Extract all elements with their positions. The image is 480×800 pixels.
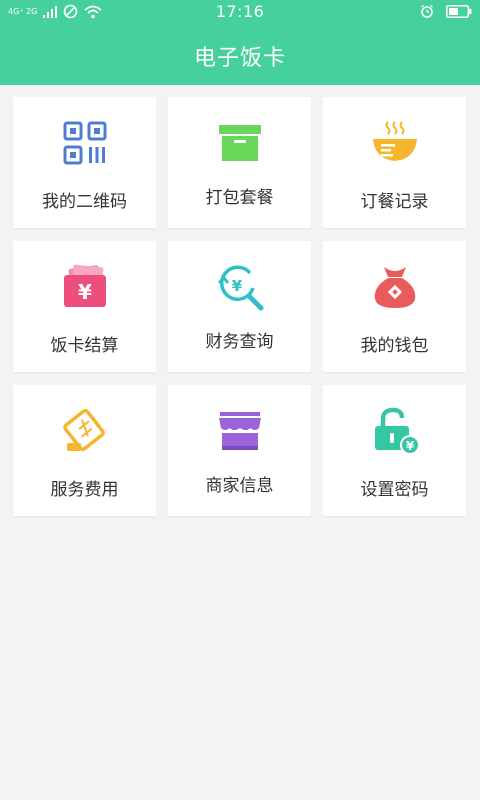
menu-item-label: 我的二维码	[42, 192, 127, 212]
menu-item-label: 服务费用	[50, 480, 119, 500]
status-right	[420, 4, 472, 18]
menu-item-set-password[interactable]: ¥ 设置密码	[323, 385, 466, 516]
storefront-icon	[218, 412, 261, 450]
menu-item-label: 打包套餐	[205, 188, 274, 208]
menu-item-label: 商家信息	[205, 476, 274, 496]
svg-text:¥: ¥	[231, 277, 242, 295]
menu-item-service-fees[interactable]: 服务费用	[13, 385, 156, 516]
svg-text:¥: ¥	[78, 280, 92, 304]
money-bag-icon	[374, 267, 415, 308]
battery-icon	[446, 4, 472, 18]
unlock-icon: ¥	[374, 407, 419, 455]
menu-grid: 我的二维码 打包套餐 订餐记录 ¥ 饭卡结算 ¥ 财务查询 我的钱包 服务费用 …	[13, 97, 467, 516]
menu-item-finance-query[interactable]: ¥ 财务查询	[168, 241, 311, 372]
qr-code-icon	[63, 121, 106, 165]
yuan-search-icon: ¥	[217, 265, 263, 311]
menu-item-merchant-info[interactable]: 商家信息	[168, 385, 311, 516]
status-time: 17:16	[215, 2, 265, 21]
bowl-icon	[372, 121, 417, 161]
menu-item-label: 订餐记录	[360, 192, 429, 212]
menu-item-package-meal[interactable]: 打包套餐	[168, 97, 311, 228]
menu-item-label: 我的钱包	[360, 336, 429, 356]
menu-item-order-records[interactable]: 订餐记录	[323, 97, 466, 228]
ticket-icon	[62, 409, 105, 451]
menu-item-label: 设置密码	[360, 480, 429, 500]
status-bar: 4G⁺ 2G 17:16	[0, 0, 480, 24]
svg-text:¥: ¥	[405, 439, 414, 453]
menu-item-label: 饭卡结算	[50, 336, 119, 356]
menu-item-my-wallet[interactable]: 我的钱包	[323, 241, 466, 372]
page-title: 电子饭卡	[193, 46, 286, 71]
package-box-icon	[218, 125, 261, 161]
menu-item-card-settlement[interactable]: ¥ 饭卡结算	[13, 241, 156, 372]
yuan-wallet-icon: ¥	[63, 264, 106, 307]
top-bar: 4G⁺ 2G 17:16 电子饭卡	[0, 0, 480, 85]
menu-item-label: 财务查询	[205, 332, 274, 352]
menu-item-my-qr-code[interactable]: 我的二维码	[13, 97, 156, 228]
alarm-icon	[421, 4, 433, 18]
